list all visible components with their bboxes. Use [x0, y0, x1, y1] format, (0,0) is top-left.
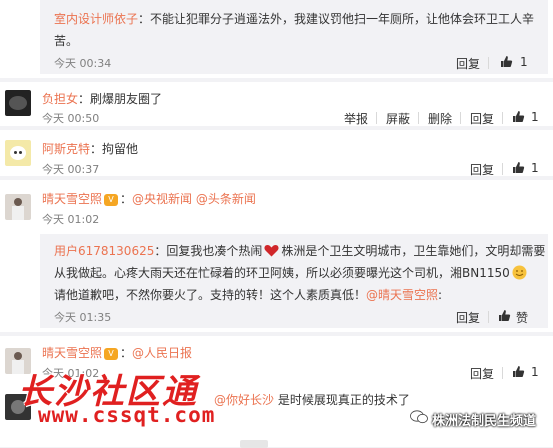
reply-button[interactable]: 回复 [456, 55, 480, 72]
comment-text: 是时候展现真正的技术了 [277, 393, 410, 407]
comment-card-1: 室内设计师依子：不能让犯罪分子逍遥法外，我建议罚他扫一年厕所，让他体会环卫工人辛… [0, 0, 553, 78]
comment-card-3: 阿斯克特：拘留他 今天 00:37 回复 1 [0, 130, 553, 178]
comment-author[interactable]: 晴天雪空照 [42, 192, 102, 206]
mention-link[interactable]: @头条新闻 [196, 192, 256, 206]
smile-emoji [512, 265, 527, 280]
thumb-up-icon[interactable] [512, 365, 525, 378]
like-label: 赞 [516, 311, 529, 325]
love-heart-emoji [264, 245, 279, 257]
comment-time: 今天 00:37 [42, 163, 100, 176]
reply-button[interactable]: 回复 [470, 110, 494, 127]
reply-button[interactable]: 回复 [470, 365, 494, 382]
block-button[interactable]: 屏蔽 [386, 110, 410, 127]
like-count: 1 [520, 55, 528, 69]
like-count: 1 [531, 161, 539, 175]
reply-text: 请他道歉吧，不然你要火了。支持的转！这个人素质真低！ [54, 288, 367, 302]
thumb-up-icon[interactable] [500, 55, 513, 68]
comment-card-4: 晴天雪空照 V ：@央视新闻 @头条新闻 今天 01:02 用户6178130625… [0, 180, 553, 332]
comment-text: ：刷爆朋友圈了 [78, 92, 163, 106]
delete-button[interactable]: 删除 [428, 110, 452, 127]
mention-link[interactable]: @人民日报 [132, 346, 192, 360]
v-badge-icon: V [104, 347, 119, 360]
mention-link[interactable]: @央视新闻 [132, 192, 192, 206]
reply-author[interactable]: 用户6178130625 [54, 244, 154, 258]
watermark-url: www.cssqt.com [38, 403, 216, 427]
comment-time: 今天 00:50 [42, 112, 100, 125]
avatar[interactable] [5, 90, 31, 116]
wechat-logo-icon [410, 410, 428, 424]
avatar[interactable] [5, 194, 31, 220]
comment-text: ：拘留他 [90, 142, 139, 156]
thumb-up-icon[interactable] [512, 110, 525, 123]
thumb-up-icon[interactable] [512, 161, 525, 174]
like-count: 1 [531, 110, 539, 124]
comment-card-2: 负担女：刷爆朋友圈了 今天 00:50 举报 屏蔽 删除 回复 1 [0, 82, 553, 126]
mention-link[interactable]: @晴天雪空照 [366, 288, 438, 302]
comment-author[interactable]: 负担女 [42, 92, 78, 106]
comment-time: 今天 01:02 [42, 213, 100, 226]
reply-text: 从我做起。心疼大雨天还在忙碌着的环卫阿姨，所以必须要曝光这个司机，湘BN1150 [54, 266, 510, 280]
reply-text: ：回复我也凑个热闹 [154, 244, 263, 258]
watermark-channel: 株洲法制民生频道 [432, 414, 537, 429]
like-count: 1 [531, 365, 539, 379]
reply-box-4: 用户6178130625：回复我也凑个热闹 株洲是个卫生文明城市，卫生靠她们，文明… [40, 234, 548, 328]
comment-author[interactable]: 室内设计师依子 [54, 12, 138, 26]
v-badge-icon: V [104, 193, 119, 206]
reply-time: 今天 01:35 [54, 311, 112, 324]
comment-text-cont: 苦。 [54, 34, 79, 48]
report-button[interactable]: 举报 [344, 110, 368, 127]
reply-box-1: 室内设计师依子：不能让犯罪分子逍遥法外，我建议罚他扫一年厕所，让他体会环卫工人辛… [40, 0, 548, 74]
avatar[interactable] [5, 140, 31, 166]
mention-link[interactable]: @你好长沙 [214, 393, 274, 407]
comment-author[interactable]: 阿斯克特 [42, 142, 90, 156]
comment-text: ：不能让犯罪分子逍遥法外，我建议罚他扫一年厕所，让他体会环卫工人辛 [138, 12, 535, 26]
reply-text: 株洲是个卫生文明城市，卫生靠她们，文明却需要 [281, 244, 546, 258]
reply-button[interactable]: 回复 [470, 161, 494, 178]
thumb-up-icon[interactable] [498, 309, 511, 322]
reply-button[interactable]: 回复 [456, 309, 480, 326]
comment-author[interactable]: 晴天雪空照 [42, 346, 102, 360]
comment-time: 今天 00:34 [54, 57, 112, 70]
